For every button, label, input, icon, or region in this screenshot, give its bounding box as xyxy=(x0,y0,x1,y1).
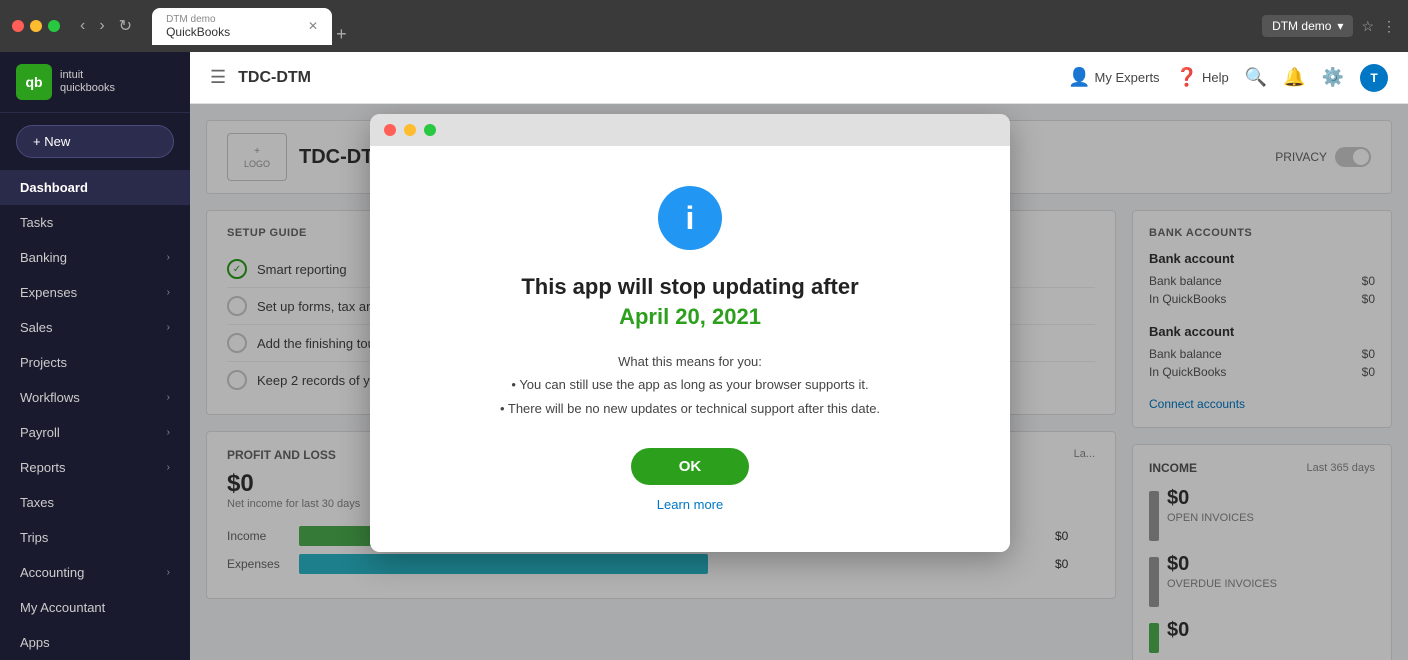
sidebar-item-reports[interactable]: Reports › xyxy=(0,450,190,485)
browser-nav: ‹ › ↻ xyxy=(76,12,136,40)
profile-dropdown[interactable]: DTM demo ▾ xyxy=(1262,15,1353,37)
sidebar-item-label: Taxes xyxy=(20,495,54,510)
help-icon: ❓ xyxy=(1176,67,1198,88)
modal-titlebar xyxy=(370,114,1010,146)
avatar: T xyxy=(1360,64,1388,92)
dot-red xyxy=(12,20,24,32)
modal-dot-yellow xyxy=(404,124,416,136)
search-icon: 🔍 xyxy=(1245,67,1267,88)
sidebar-item-expenses[interactable]: Expenses › xyxy=(0,275,190,310)
logo-text: intuitquickbooks xyxy=(60,69,115,95)
modal-overlay: i This app will stop updating after Apri… xyxy=(190,104,1408,660)
sidebar-item-label: Banking xyxy=(20,250,67,265)
back-button[interactable]: ‹ xyxy=(76,12,89,40)
new-tab-button[interactable]: + xyxy=(336,24,347,45)
hamburger-icon[interactable]: ☰ xyxy=(210,67,226,88)
quickbooks-logo: qb xyxy=(16,64,52,100)
modal-body: i This app will stop updating after Apri… xyxy=(370,146,1010,552)
chevron-right-icon: › xyxy=(167,322,170,333)
sidebar: qb intuitquickbooks + New Dashboard Task… xyxy=(0,52,190,660)
modal-dot-red xyxy=(384,124,396,136)
chevron-right-icon: › xyxy=(167,427,170,438)
browser-tab-bar: DTM demo QuickBooks ✕ + xyxy=(152,8,1254,45)
tab-close-icon[interactable]: ✕ xyxy=(308,19,318,33)
topbar-company-name: TDC-DTM xyxy=(238,69,1056,87)
refresh-button[interactable]: ↻ xyxy=(115,12,136,40)
modal-dot-green xyxy=(424,124,436,136)
sidebar-item-banking[interactable]: Banking › xyxy=(0,240,190,275)
modal-dialog: i This app will stop updating after Apri… xyxy=(370,114,1010,552)
sidebar-item-label: Expenses xyxy=(20,285,77,300)
dot-yellow xyxy=(30,20,42,32)
sidebar-item-payroll[interactable]: Payroll › xyxy=(0,415,190,450)
chevron-right-icon: › xyxy=(167,392,170,403)
chevron-right-icon: › xyxy=(167,567,170,578)
sidebar-item-apps[interactable]: Apps xyxy=(0,625,190,660)
modal-ok-button[interactable]: OK xyxy=(631,448,750,485)
sidebar-item-label: Trips xyxy=(20,530,48,545)
dropdown-chevron-icon: ▾ xyxy=(1337,19,1343,33)
sidebar-item-label: Apps xyxy=(20,635,50,650)
info-icon: i xyxy=(658,186,722,250)
bell-icon: 🔔 xyxy=(1283,67,1305,88)
sidebar-logo: qb intuitquickbooks xyxy=(0,52,190,113)
sidebar-item-label: Accounting xyxy=(20,565,84,580)
modal-body-text: What this means for you: • You can still… xyxy=(500,350,880,420)
chevron-right-icon: › xyxy=(167,287,170,298)
settings-button[interactable]: ⚙️ xyxy=(1322,67,1344,88)
sidebar-item-label: My Accountant xyxy=(20,600,105,615)
user-avatar[interactable]: T xyxy=(1360,64,1388,92)
modal-date: April 20, 2021 xyxy=(619,304,761,330)
browser-dots xyxy=(12,20,60,32)
sidebar-item-sales[interactable]: Sales › xyxy=(0,310,190,345)
chevron-right-icon: › xyxy=(167,252,170,263)
help-button[interactable]: ❓ Help xyxy=(1176,67,1229,88)
sidebar-item-taxes[interactable]: Taxes xyxy=(0,485,190,520)
notifications-button[interactable]: 🔔 xyxy=(1283,67,1305,88)
app-container: qb intuitquickbooks + New Dashboard Task… xyxy=(0,52,1408,660)
top-bar: ☰ TDC-DTM 👤 My Experts ❓ Help 🔍 🔔 xyxy=(190,52,1408,104)
help-label: Help xyxy=(1202,70,1229,85)
sidebar-item-projects[interactable]: Projects xyxy=(0,345,190,380)
tab-title: QuickBooks xyxy=(166,25,230,39)
tab-subdomain: DTM demo xyxy=(166,14,230,25)
modal-learn-more-link[interactable]: Learn more xyxy=(657,497,723,512)
top-bar-actions: 👤 My Experts ❓ Help 🔍 🔔 ⚙️ T xyxy=(1068,64,1388,92)
browser-menu-icon[interactable]: ⋮ xyxy=(1382,18,1396,35)
sidebar-item-label: Sales xyxy=(20,320,53,335)
sidebar-item-trips[interactable]: Trips xyxy=(0,520,190,555)
browser-chrome: ‹ › ↻ DTM demo QuickBooks ✕ + DTM demo ▾… xyxy=(0,0,1408,52)
sidebar-item-label: Workflows xyxy=(20,390,80,405)
dashboard-content: + LOGO TDC-DTM PRIVACY SETUP xyxy=(190,104,1408,660)
profile-name: DTM demo xyxy=(1272,19,1331,33)
sidebar-item-label: Payroll xyxy=(20,425,60,440)
modal-heading: This app will stop updating after xyxy=(521,274,858,300)
browser-right: DTM demo ▾ ☆ ⋮ xyxy=(1262,15,1396,37)
sidebar-nav: Dashboard Tasks Banking › Expenses › Sal… xyxy=(0,170,190,660)
bookmark-icon[interactable]: ☆ xyxy=(1361,18,1374,35)
main-area: ☰ TDC-DTM 👤 My Experts ❓ Help 🔍 🔔 xyxy=(190,52,1408,660)
chevron-right-icon: › xyxy=(167,462,170,473)
person-icon: 👤 xyxy=(1068,67,1090,88)
sidebar-item-tasks[interactable]: Tasks xyxy=(0,205,190,240)
sidebar-item-label: Tasks xyxy=(20,215,53,230)
browser-tab[interactable]: DTM demo QuickBooks ✕ xyxy=(152,8,332,45)
sidebar-item-dashboard[interactable]: Dashboard xyxy=(0,170,190,205)
new-button[interactable]: + New xyxy=(16,125,174,158)
sidebar-item-label: Dashboard xyxy=(20,180,88,195)
my-experts-label: My Experts xyxy=(1095,70,1160,85)
gear-icon: ⚙️ xyxy=(1322,67,1344,88)
my-experts-button[interactable]: 👤 My Experts xyxy=(1068,67,1159,88)
forward-button[interactable]: › xyxy=(95,12,108,40)
search-button[interactable]: 🔍 xyxy=(1245,67,1267,88)
sidebar-item-accounting[interactable]: Accounting › xyxy=(0,555,190,590)
sidebar-item-workflows[interactable]: Workflows › xyxy=(0,380,190,415)
sidebar-item-label: Reports xyxy=(20,460,66,475)
sidebar-item-accountant[interactable]: My Accountant xyxy=(0,590,190,625)
dot-green xyxy=(48,20,60,32)
sidebar-item-label: Projects xyxy=(20,355,67,370)
